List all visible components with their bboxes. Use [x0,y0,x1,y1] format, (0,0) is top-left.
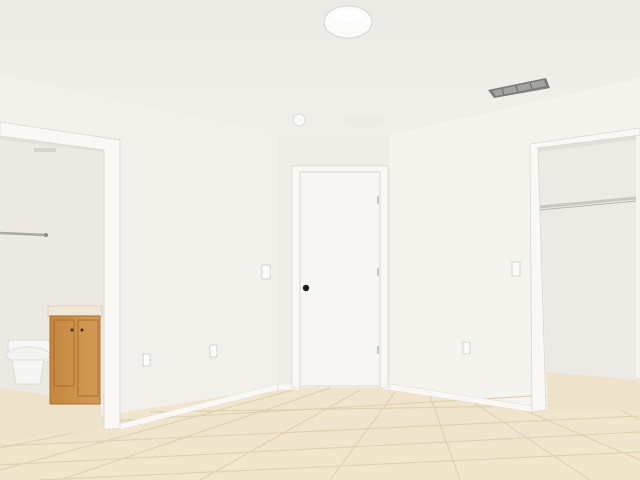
ceiling-shadow [342,116,386,128]
closet-doorway [529,127,640,413]
center-door [291,165,389,389]
bathroom-doorway [0,121,121,440]
door-knob [302,284,310,292]
room-photo [0,0,640,480]
smoke-detector [292,113,306,127]
ceiling-light [323,5,373,39]
room-svg [0,0,640,480]
vanity-cabinet [47,305,103,405]
